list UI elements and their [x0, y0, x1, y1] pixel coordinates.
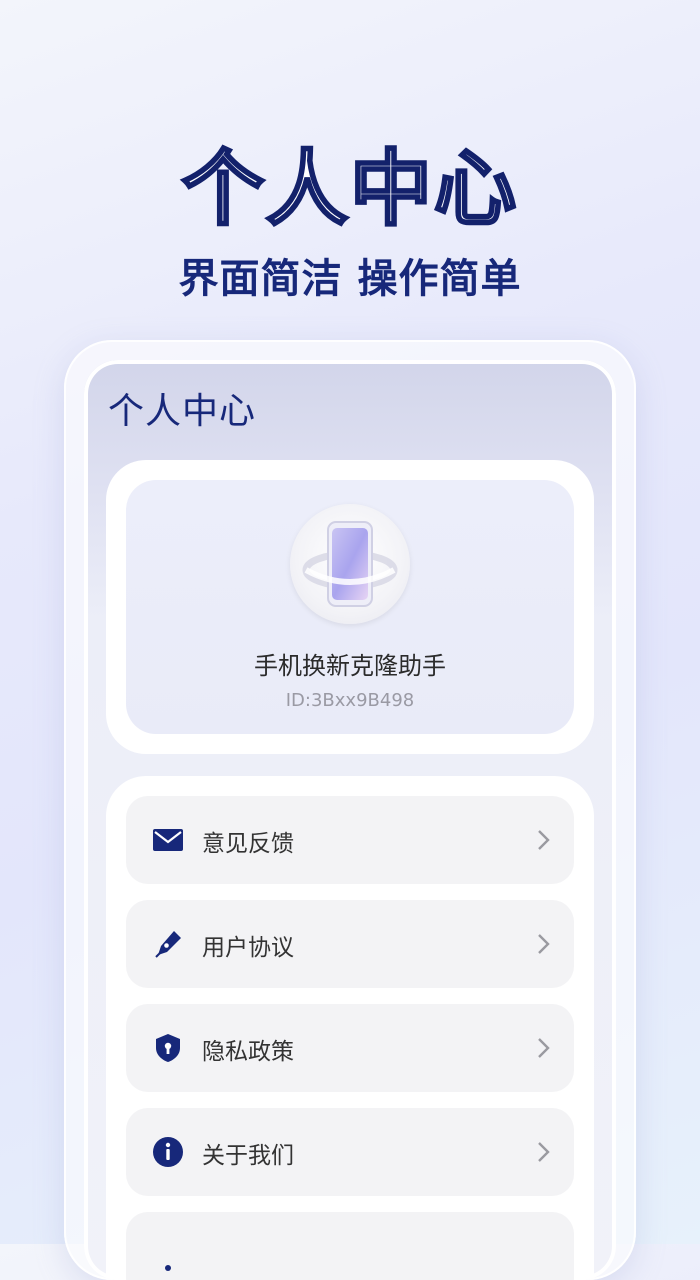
profile-card-inner: 手机换新克隆助手 ID:3Bxx9B498 — [126, 480, 574, 734]
menu-item-label: 用户协议 — [202, 935, 294, 961]
hero-title: 个人中心 — [180, 141, 518, 239]
menu-item-label: 隐私政策 — [202, 1039, 294, 1065]
pen-icon — [155, 931, 181, 958]
profile-card: 手机换新克隆助手 ID:3Bxx9B498 — [106, 460, 594, 754]
menu-item-privacy-policy[interactable]: 隐私政策 — [126, 1004, 574, 1092]
shield-lock-icon — [156, 1034, 180, 1062]
app-name: 手机换新克隆助手 — [254, 652, 446, 680]
chevron-right-icon — [538, 1142, 550, 1162]
page-title: 个人中心 — [108, 391, 257, 432]
hero-subtitle: 界面简洁 操作简单 — [178, 256, 522, 302]
phone-clone-logo-icon — [302, 521, 398, 607]
phone-screen: 个人中心 手机换新克隆助手 ID:3Bxx9B498 意见反馈 用户协议 隐私政… — [84, 360, 616, 1280]
menu-card: 意见反馈 用户协议 隐私政策 关于我们 — [106, 776, 594, 1280]
menu-item-about-us[interactable]: 关于我们 — [126, 1108, 574, 1196]
menu-item-label: 关于我们 — [202, 1143, 294, 1169]
chevron-right-icon — [538, 1038, 550, 1058]
user-id: ID:3Bxx9B498 — [285, 690, 415, 711]
info-icon — [153, 1137, 183, 1167]
menu-item-feedback[interactable]: 意见反馈 — [126, 796, 574, 884]
menu-item-label: 意见反馈 — [202, 831, 294, 857]
mail-icon — [153, 829, 183, 851]
chevron-right-icon — [538, 934, 550, 954]
menu-icon-partial — [165, 1265, 171, 1271]
menu-item-user-agreement[interactable]: 用户协议 — [126, 900, 574, 988]
menu-item-partial[interactable] — [126, 1212, 574, 1280]
app-avatar — [290, 504, 410, 624]
chevron-right-icon — [538, 830, 550, 850]
